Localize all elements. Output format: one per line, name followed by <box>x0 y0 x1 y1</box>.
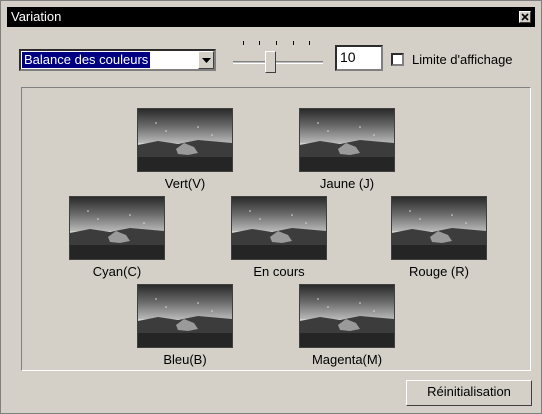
variant-thumbnail[interactable] <box>391 196 487 260</box>
thumbnail-photo <box>138 285 232 347</box>
thumbnail-photo <box>138 109 232 171</box>
slider-track[interactable] <box>233 61 323 64</box>
variant-thumbnail[interactable] <box>231 196 327 260</box>
slider-thumb[interactable] <box>264 51 276 73</box>
display-limit-label: Limite d'affichage <box>412 52 513 67</box>
variant-label: Rouge (R) <box>409 264 469 279</box>
variant-thumbnail[interactable] <box>69 196 165 260</box>
variant-label: Cyan(C) <box>92 264 142 279</box>
thumbnail-photo <box>300 109 394 171</box>
variant-label: Bleu(B) <box>163 352 207 367</box>
chevron-down-icon <box>202 58 211 63</box>
thumbnail-photo <box>392 197 486 259</box>
window-title: Variation <box>11 9 62 24</box>
variant-label: Vert(V) <box>164 176 206 191</box>
variant-thumbnail[interactable] <box>137 284 233 348</box>
thumbnail-photo <box>70 197 164 259</box>
variant-thumbnail[interactable] <box>137 108 233 172</box>
intensity-value-field[interactable]: 10 <box>335 45 383 71</box>
variant-thumbnail[interactable] <box>299 284 395 348</box>
variant-thumbnail[interactable] <box>299 108 395 172</box>
mode-dropdown-value: Balance des couleurs <box>22 52 151 68</box>
variations-panel: Vert(V) Jaune (J) Cyan(C) En cours Rouge… <box>21 87 531 371</box>
close-icon <box>521 13 529 21</box>
slider-tick <box>309 41 310 45</box>
close-button[interactable] <box>519 11 531 23</box>
title-bar: Variation <box>7 7 535 27</box>
dropdown-arrow-button[interactable] <box>198 51 214 69</box>
variant-label: En cours <box>253 264 305 279</box>
display-limit-checkbox[interactable] <box>391 53 404 66</box>
reset-button[interactable]: Réinitialisation <box>406 380 532 406</box>
slider-tick <box>276 41 277 45</box>
variation-window: Variation Balance des couleurs 10 Limite… <box>0 0 542 414</box>
slider-tick <box>259 41 260 45</box>
mode-dropdown[interactable]: Balance des couleurs <box>19 49 216 71</box>
slider-tick <box>293 41 294 45</box>
thumbnail-photo <box>300 285 394 347</box>
slider-tick <box>243 41 244 45</box>
variant-label: Magenta(M) <box>311 352 383 367</box>
intensity-slider[interactable] <box>231 37 327 77</box>
thumbnail-photo <box>232 197 326 259</box>
variant-label: Jaune (J) <box>319 176 375 191</box>
